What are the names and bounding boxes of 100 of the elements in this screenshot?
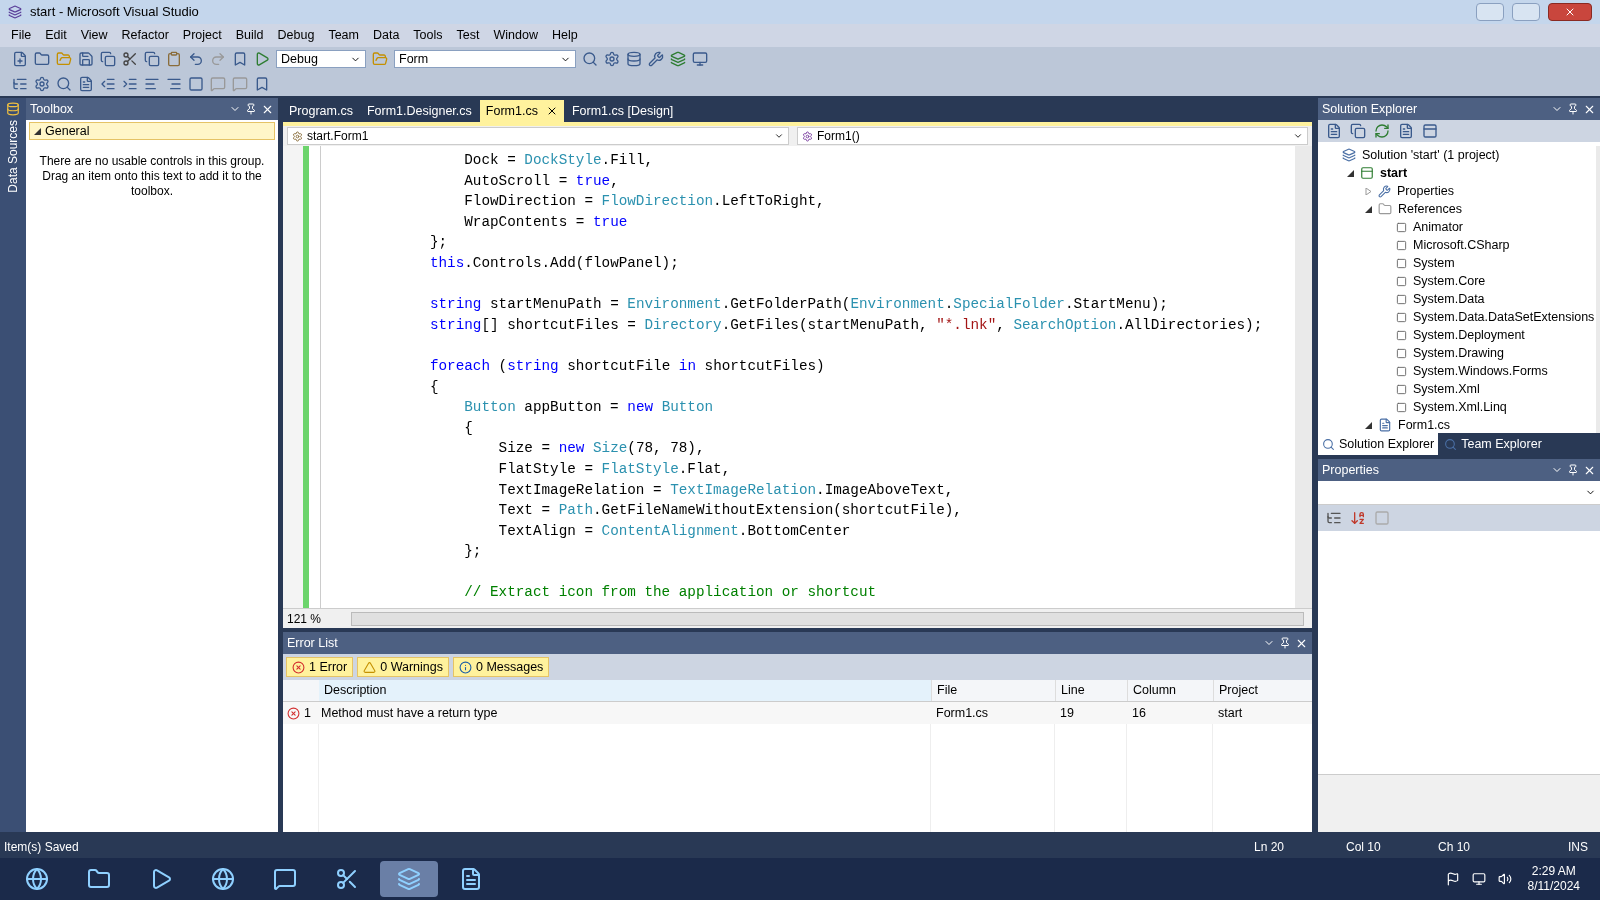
pin-icon[interactable] xyxy=(1567,103,1579,115)
wrench-icon[interactable] xyxy=(648,51,664,67)
tree-item[interactable]: System.Xml.Linq xyxy=(1411,397,1509,417)
tree-item[interactable]: Solution 'start' (1 project) xyxy=(1360,145,1502,165)
cut-icon[interactable] xyxy=(122,51,138,67)
flag-icon[interactable] xyxy=(1445,872,1460,886)
filter-toggle[interactable]: 1 Error xyxy=(286,657,354,677)
member-dropdown[interactable]: Form1() xyxy=(797,127,1308,145)
panel-tab[interactable]: Solution Explorer xyxy=(1318,433,1439,455)
reference-icon xyxy=(1396,275,1407,287)
tree-item[interactable]: System.Windows.Forms xyxy=(1411,361,1550,381)
refresh-icon[interactable] xyxy=(1374,123,1390,139)
menu-item[interactable]: View xyxy=(73,26,115,45)
panel-tab[interactable]: Team Explorer xyxy=(1440,433,1546,455)
menu-item[interactable]: Project xyxy=(175,26,229,45)
folder-icon[interactable] xyxy=(34,51,50,67)
vertical-scrollbar[interactable] xyxy=(1295,146,1312,608)
layers-icon[interactable] xyxy=(670,51,686,67)
copy-icon[interactable] xyxy=(144,51,160,67)
code-line: foreach (string shortcutFile in shortcutFiles) xyxy=(428,356,825,376)
close-button[interactable] xyxy=(1548,3,1592,21)
tree-item[interactable]: System xyxy=(1411,253,1457,273)
type-dropdown[interactable]: start.Form1 xyxy=(287,127,789,145)
configuration-dropdown[interactable]: Debug xyxy=(276,50,366,68)
zoom-dropdown[interactable]: 121 % xyxy=(283,609,343,628)
code-line: this.Controls.Add(flowPanel); xyxy=(428,253,679,273)
column-header[interactable]: Column xyxy=(1127,680,1213,701)
menu-item[interactable]: Tools xyxy=(406,26,450,45)
start-icon[interactable] xyxy=(254,51,270,67)
tree-item[interactable]: System.Xml xyxy=(1411,379,1482,399)
reference-icon xyxy=(1396,293,1407,305)
pin-icon[interactable] xyxy=(1279,637,1291,649)
error-list-header: Error List xyxy=(283,632,1312,654)
tree-item[interactable]: System.Data xyxy=(1411,289,1487,309)
error-icon xyxy=(287,706,300,720)
filter-toggle[interactable]: 0 Messages xyxy=(452,657,550,677)
pin-icon[interactable] xyxy=(245,103,257,115)
method-icon xyxy=(802,130,813,142)
table-cell-text: 19 xyxy=(1059,704,1075,722)
tree-item[interactable]: System.Core xyxy=(1411,271,1488,291)
window-icon[interactable] xyxy=(692,51,708,67)
editor-tab[interactable]: Form1.Designer.cs xyxy=(360,100,478,122)
pin-icon[interactable] xyxy=(1567,464,1579,476)
collapse-arrow-icon[interactable] xyxy=(1364,421,1372,429)
menu-item[interactable]: Window xyxy=(486,26,545,45)
group-arrow-icon[interactable] xyxy=(34,127,41,135)
collapse-arrow-icon[interactable] xyxy=(1346,169,1354,177)
group-header[interactable]: General xyxy=(29,122,275,140)
column-header[interactable]: File xyxy=(931,680,1055,701)
editor-tab[interactable]: Form1.cs [Design] xyxy=(565,100,680,122)
app-logo-icon xyxy=(8,5,22,19)
new-file-icon[interactable] xyxy=(12,51,28,67)
tree-item[interactable]: System.Drawing xyxy=(1411,343,1506,363)
settings-icon[interactable] xyxy=(604,51,620,67)
tree-item[interactable]: Form1.cs xyxy=(1396,415,1453,433)
menu-item[interactable]: Data xyxy=(365,26,407,45)
tree-item[interactable]: System.Deployment xyxy=(1411,325,1527,345)
menu-item[interactable]: Build xyxy=(228,26,271,45)
find-dropdown[interactable]: Form xyxy=(394,50,576,68)
tree-item[interactable]: Properties xyxy=(1395,181,1456,201)
paste-icon[interactable] xyxy=(166,51,182,67)
horizontal-scrollbar[interactable] xyxy=(351,611,1304,626)
undo-icon[interactable] xyxy=(188,51,204,67)
tree-item[interactable]: Microsoft.CSharp xyxy=(1411,235,1512,255)
editor-tab[interactable]: Form1.cs xyxy=(479,100,564,122)
code-line: Button appButton = new Button xyxy=(463,398,714,418)
collapse-arrow-icon[interactable] xyxy=(1364,205,1372,213)
clock[interactable]: 2:29 AM 8/11/2024 xyxy=(1515,864,1592,894)
reference-icon xyxy=(1396,365,1407,377)
filter-toggle[interactable]: 0 Warnings xyxy=(357,657,449,677)
code-line: // Extract icon from the application or shortcut xyxy=(463,583,877,603)
editor-tab[interactable]: Program.cs xyxy=(283,100,359,122)
caret-icon xyxy=(774,131,784,141)
data-sources-tab[interactable]: Data Sources xyxy=(4,120,22,193)
project-icon xyxy=(1360,166,1374,180)
menu-item[interactable]: Team xyxy=(321,26,366,45)
expand-arrow-icon[interactable] xyxy=(1364,187,1372,195)
speaker-icon[interactable] xyxy=(1497,872,1512,886)
menu-item[interactable]: Help xyxy=(544,26,585,45)
save-icon[interactable] xyxy=(78,51,94,67)
menu-item[interactable]: Debug xyxy=(270,26,322,45)
app-icon xyxy=(273,867,297,891)
code-line: TextAlign = ContentAlignment.BottomCenter xyxy=(497,521,851,541)
tree-item[interactable]: References xyxy=(1396,199,1464,219)
column-header[interactable]: Line xyxy=(1055,680,1127,701)
tree-item[interactable]: start xyxy=(1378,163,1410,183)
alphabetical-icon[interactable] xyxy=(1350,510,1366,526)
column-header[interactable]: Project xyxy=(1213,680,1312,701)
tree-item[interactable]: Animator xyxy=(1411,217,1466,237)
column-indicator: Col 10 xyxy=(1346,839,1382,856)
search-icon[interactable] xyxy=(582,51,598,67)
column-header[interactable]: Description xyxy=(319,680,931,701)
wrench-icon xyxy=(1378,184,1391,198)
menu-item[interactable]: File xyxy=(4,26,39,45)
menu-item[interactable]: Refactor xyxy=(114,26,176,45)
menu-item[interactable]: Edit xyxy=(38,26,74,45)
code-line: TextImageRelation = TextImageRelation.ImageAboveText, xyxy=(497,480,954,500)
tree-item[interactable]: System.Data.DataSetExtensions xyxy=(1411,307,1597,327)
database-icon[interactable] xyxy=(626,51,642,67)
menu-item[interactable]: Test xyxy=(449,26,487,45)
